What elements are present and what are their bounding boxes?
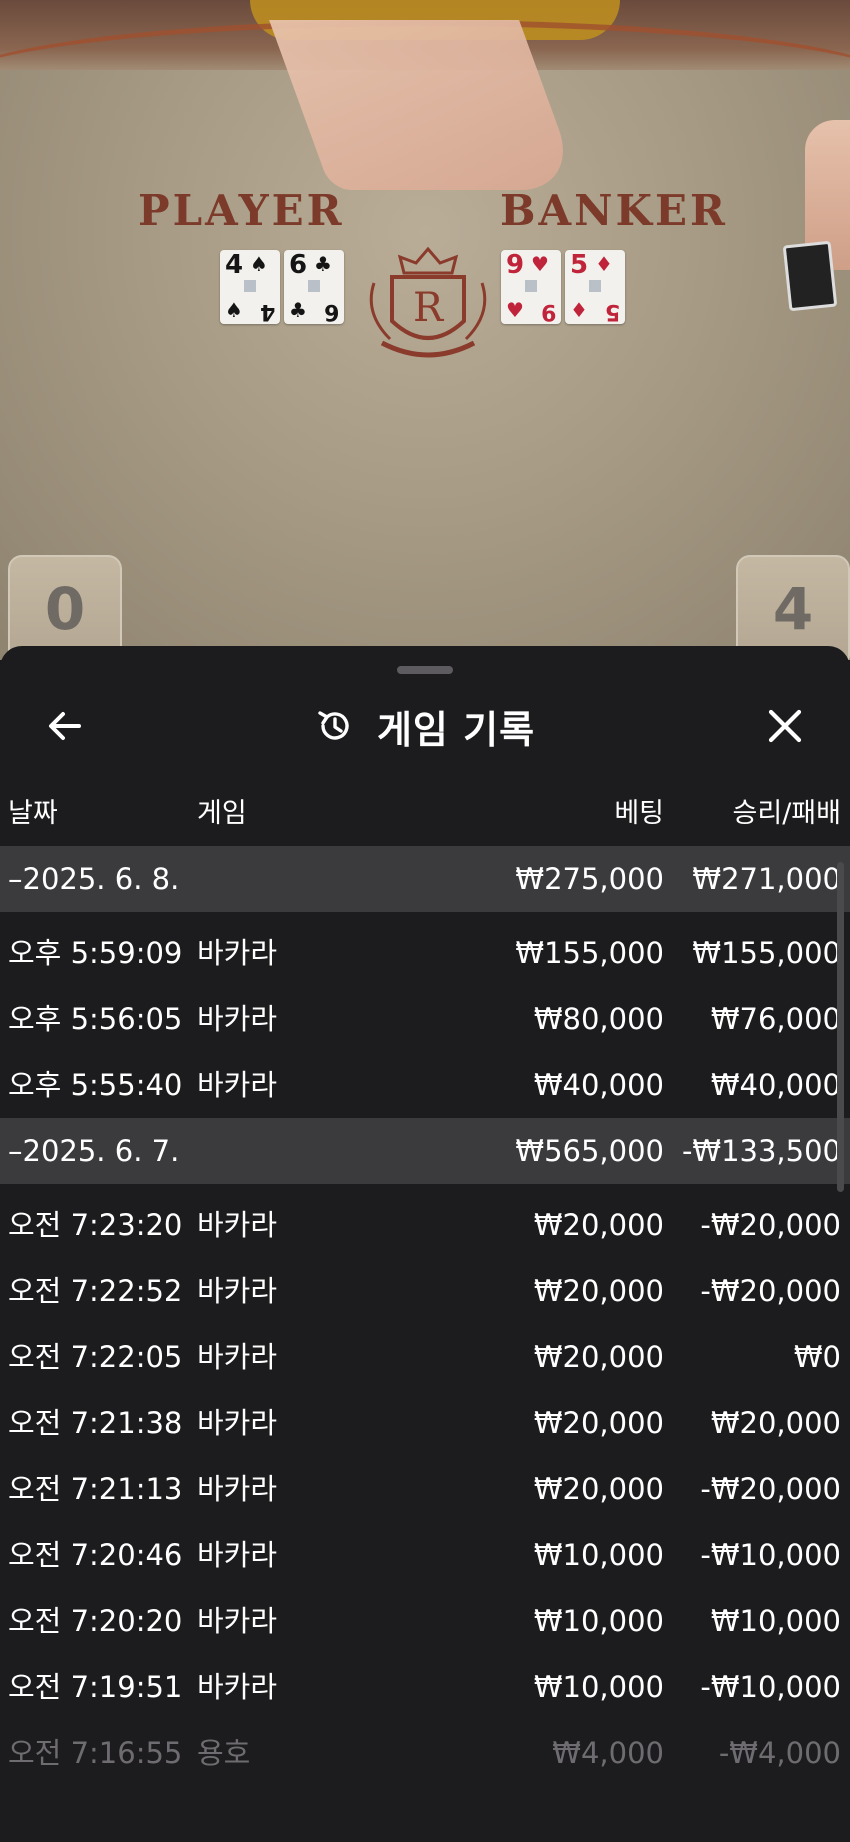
history-row[interactable]: 오후 5:59:09 바카라 ₩155,000 ₩155,000 [0,920,850,986]
group-bet-total: ₩565,000 [515,1134,664,1168]
row-game: 바카라 [197,1538,278,1572]
game-history-sheet: 게임 기록 날짜 게임 베팅 승리/패배 –2025. 6. 8. ₩275,0… [0,646,850,1842]
sheet-header: 게임 기록 [0,686,850,766]
column-header-game: 게임 [197,798,247,829]
row-bet: ₩10,000 [533,1604,664,1638]
banker-card-2: 5 ♦ ♦ 5 [565,250,625,324]
row-time: 오전 7:21:13 [8,1472,183,1506]
history-row[interactable]: 오전 7:22:52 바카라 ₩20,000 -₩20,000 [0,1258,850,1324]
history-row[interactable]: 오전 7:23:20 바카라 ₩20,000 -₩20,000 [0,1192,850,1258]
row-game: 바카라 [197,1208,278,1242]
player-card-2: 6 ♣ ♣ 6 [284,250,344,324]
sheet-title: 게임 기록 [376,707,536,752]
banker-label: BANKER [500,186,728,235]
row-bet: ₩10,000 [533,1670,664,1704]
history-row[interactable]: 오전 7:21:13 바카라 ₩20,000 -₩20,000 [0,1456,850,1522]
row-bet: ₩20,000 [533,1406,664,1440]
card-shoe [782,240,838,312]
row-time: 오전 7:22:52 [8,1274,183,1308]
row-result: -₩10,000 [700,1538,841,1572]
row-time: 오후 5:55:40 [8,1068,183,1102]
row-game: 바카라 [197,1406,278,1440]
banker-cards: 9 ♥ ♥ 9 5 ♦ ♦ 5 [501,250,625,324]
column-header-result: 승리/패배 [732,798,841,829]
history-row[interactable]: 오전 7:21:38 바카라 ₩20,000 ₩20,000 [0,1390,850,1456]
row-bet: ₩4,000 [552,1736,664,1770]
sheet-drag-handle[interactable] [397,666,453,674]
column-header-bet: 베팅 [614,798,664,829]
date-group-row[interactable]: –2025. 6. 7. ₩565,000 -₩133,500 [0,1118,850,1184]
row-time: 오후 5:59:09 [8,936,183,970]
row-game: 바카라 [197,1068,278,1102]
row-time: 오전 7:23:20 [8,1208,183,1242]
row-game: 바카라 [197,1002,278,1036]
row-time: 오후 5:56:05 [8,1002,183,1036]
row-result: ₩0 [793,1340,841,1374]
player-cards: 4 ♠ ♠ 4 6 ♣ ♣ 6 [220,250,344,324]
history-row[interactable]: 오후 5:56:05 바카라 ₩80,000 ₩76,000 [0,986,850,1052]
group-date: –2025. 6. 8. [8,862,180,896]
history-clock-icon [318,711,349,740]
row-game: 바카라 [197,1274,278,1308]
title-area: 게임 기록 [0,686,850,766]
row-bet: ₩20,000 [533,1340,664,1374]
close-button[interactable] [758,700,812,752]
row-game: 용호 [197,1736,251,1770]
row-time: 오전 7:19:51 [8,1670,183,1704]
row-result: ₩76,000 [710,1002,841,1036]
row-time: 오전 7:20:20 [8,1604,183,1638]
row-bet: ₩80,000 [533,1002,664,1036]
row-time: 오전 7:21:38 [8,1406,183,1440]
banker-score: 4 [736,555,850,660]
row-game: 바카라 [197,1670,278,1704]
row-bet: ₩155,000 [515,936,664,970]
row-result: -₩20,000 [700,1472,841,1506]
row-result: ₩20,000 [710,1406,841,1440]
row-bet: ₩20,000 [533,1472,664,1506]
player-label: PLAYER [138,186,345,235]
scrollbar[interactable] [837,862,844,1192]
row-result: -₩20,000 [700,1208,841,1242]
group-result-total: -₩133,500 [681,1134,841,1168]
row-time: 오전 7:22:05 [8,1340,183,1374]
banker-card-1: 9 ♥ ♥ 9 [501,250,561,324]
row-result: ₩155,000 [692,936,841,970]
row-bet: ₩20,000 [533,1274,664,1308]
row-bet: ₩40,000 [533,1068,664,1102]
arrow-left-icon [49,712,81,740]
row-bet: ₩20,000 [533,1208,664,1242]
group-result-total: ₩271,000 [692,862,841,896]
row-result: -₩10,000 [700,1670,841,1704]
group-date: –2025. 6. 7. [8,1134,180,1168]
column-header-date: 날짜 [8,798,58,829]
history-list[interactable]: –2025. 6. 8. ₩275,000 ₩271,000 오후 5:59:0… [0,846,850,1786]
crest-letter: R [413,285,445,331]
live-table-video: PLAYER BANKER 4 ♠ ♠ 4 6 ♣ ♣ 6 R 9 ♥ ♥ 9 … [0,0,850,660]
row-time: 오전 7:16:55 [8,1736,183,1770]
row-result: -₩20,000 [700,1274,841,1308]
history-row[interactable]: 오후 5:55:40 바카라 ₩40,000 ₩40,000 [0,1052,850,1118]
row-time: 오전 7:20:46 [8,1538,183,1572]
history-row[interactable]: 오전 7:20:46 바카라 ₩10,000 -₩10,000 [0,1522,850,1588]
row-result: ₩10,000 [710,1604,841,1638]
close-icon [768,709,802,743]
row-game: 바카라 [197,1340,278,1374]
row-bet: ₩10,000 [533,1538,664,1572]
row-game: 바카라 [197,1604,278,1638]
row-game: 바카라 [197,1472,278,1506]
player-card-1: 4 ♠ ♠ 4 [220,250,280,324]
row-result: -₩4,000 [718,1736,841,1770]
date-group-row[interactable]: –2025. 6. 8. ₩275,000 ₩271,000 [0,846,850,912]
history-row[interactable]: 오전 7:22:05 바카라 ₩20,000 ₩0 [0,1324,850,1390]
row-game: 바카라 [197,936,278,970]
group-bet-total: ₩275,000 [515,862,664,896]
history-row[interactable]: 오전 7:19:51 바카라 ₩10,000 -₩10,000 [0,1654,850,1720]
history-row[interactable]: 오전 7:16:55 용호 ₩4,000 -₩4,000 [0,1720,850,1786]
player-score: 0 [8,555,122,660]
row-result: ₩40,000 [710,1068,841,1102]
casino-crest-logo: R [369,246,487,358]
history-row[interactable]: 오전 7:20:20 바카라 ₩10,000 ₩10,000 [0,1588,850,1654]
back-button[interactable] [38,700,92,752]
